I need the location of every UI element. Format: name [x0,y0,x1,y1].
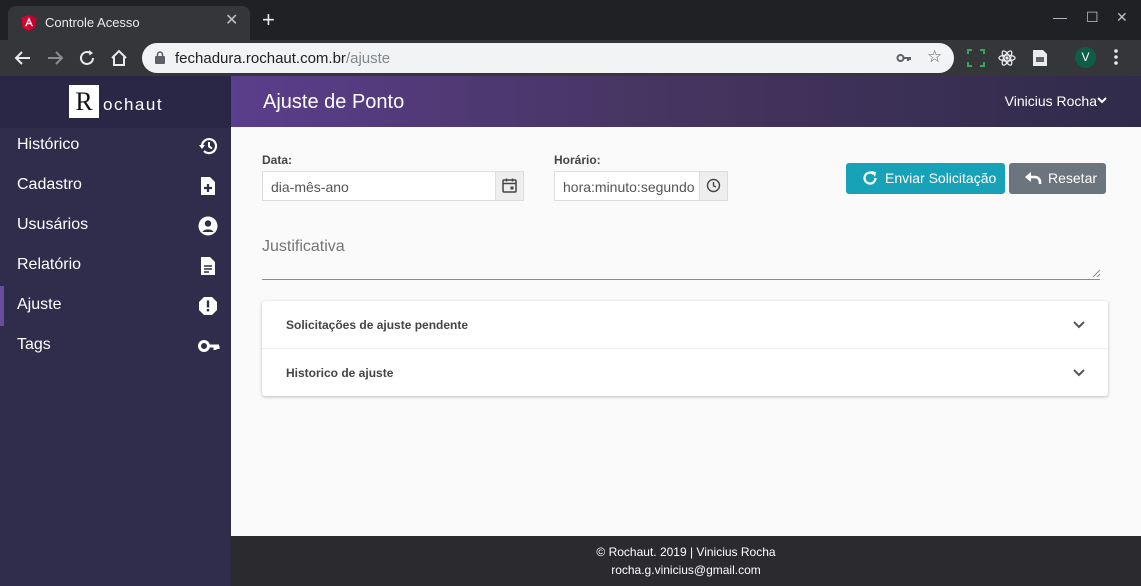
refresh-icon [863,171,877,185]
panel-title: Historico de ajuste [286,366,394,380]
browser-toolbar: fechadura.rochaut.com.br/ajuste ☆ V [0,40,1141,76]
time-placeholder: hora:minuto:segundo [563,179,695,195]
sidebar-item-label: Ususários [17,216,89,233]
date-field[interactable]: dia-mês-ano [262,171,524,201]
screenshot-extension-icon[interactable] [967,49,985,67]
react-devtools-icon[interactable] [998,49,1016,67]
sidebar-item-cadastro[interactable]: Cadastro [0,166,231,206]
adjustment-accordion: Solicitações de ajuste pendente Historic… [262,301,1108,396]
chevron-down-icon [1073,369,1085,377]
brand-name: ochaut [103,95,164,114]
redux-devtools-icon[interactable] [1032,49,1048,67]
add-file-icon [201,177,215,195]
sidebar-item-ususarios[interactable]: Ususários [0,206,231,246]
browser-tab[interactable]: Controle Acesso ✕ [8,6,250,40]
sidebar-item-ajuste[interactable]: Ajuste [0,286,231,326]
footer: © Rochaut. 2019 | Vinicius Rocha rocha.g… [231,536,1141,586]
url-text: fechadura.rochaut.com.br/ajuste [175,50,390,67]
resize-handle-icon[interactable] [1092,269,1100,277]
chrome-menu-icon[interactable] [1112,47,1120,67]
angular-icon [21,15,37,31]
forward-icon[interactable] [44,47,66,69]
alert-icon [199,297,217,315]
bookmark-star-icon[interactable]: ☆ [927,47,942,67]
submit-request-label: Enviar Solicitação [885,170,997,186]
maximize-icon[interactable]: ☐ [1086,9,1099,26]
logo: R [69,85,99,118]
browser-tabbar: Controle Acesso ✕ + — ☐ ✕ [0,0,1141,40]
clock-button[interactable] [699,172,727,200]
lock-icon [155,51,165,64]
sidebar-item-label: Relatório [17,256,82,273]
panel-title: Solicitações de ajuste pendente [286,318,469,332]
time-label: Horário: [554,153,601,167]
calendar-icon [502,178,517,193]
reset-button[interactable]: Resetar [1009,163,1106,194]
key-icon [198,340,220,352]
new-tab-button[interactable]: + [262,9,275,31]
active-indicator [0,286,4,326]
chevron-down-icon[interactable] [1097,97,1107,104]
clock-icon [706,178,721,193]
sidebar-item-label: Tags [17,336,51,353]
sidebar-item-label: Histórico [17,136,80,153]
footer-email: rocha.g.vinicius@gmail.com [611,563,761,577]
footer-copyright: © Rochaut. 2019 | Vinicius Rocha [596,545,776,559]
reload-icon[interactable] [76,47,98,69]
adjustment-history-panel[interactable]: Historico de ajuste [262,349,1108,396]
history-icon [199,138,218,155]
window-close-icon[interactable]: ✕ [1116,9,1128,26]
justification-placeholder: Justificativa [262,238,345,255]
address-bar[interactable]: fechadura.rochaut.com.br/ajuste ☆ [142,43,954,73]
password-key-icon[interactable] [896,50,912,66]
tab-close-icon[interactable]: ✕ [225,13,238,29]
user-icon [198,216,218,236]
undo-icon [1025,172,1042,184]
page-title: Ajuste de Ponto [263,91,405,113]
url-path: /ajuste [345,50,391,67]
home-icon[interactable] [108,47,130,69]
user-menu[interactable]: Vinicius Rocha [1005,93,1097,109]
url-host: fechadura.rochaut.com.br [175,50,346,67]
chevron-down-icon [1073,321,1085,329]
sidebar-item-historico[interactable]: Histórico [0,126,231,166]
brand[interactable]: R ochaut [0,76,231,128]
sidebar-item-label: Ajuste [17,296,62,313]
date-placeholder: dia-mês-ano [271,179,349,195]
reset-label: Resetar [1048,170,1098,186]
submit-request-button[interactable]: Enviar Solicitação [846,163,1005,194]
back-icon[interactable] [12,47,34,69]
calendar-button[interactable] [495,172,523,200]
profile-avatar[interactable]: V [1075,47,1096,68]
app-header: Ajuste de Ponto Vinicius Rocha [231,76,1141,127]
tab-title: Controle Acesso [45,15,140,30]
report-icon [201,257,215,275]
minimize-icon[interactable]: — [1053,9,1067,25]
date-label: Data: [262,153,293,167]
sidebar: R ochaut Histórico Cadastro Ususários Re… [0,76,231,586]
sidebar-item-relatorio[interactable]: Relatório [0,246,231,286]
sidebar-item-label: Cadastro [17,176,82,193]
justification-textarea[interactable]: Justificativa [262,236,1100,280]
time-field[interactable]: hora:minuto:segundo [554,171,728,201]
sidebar-item-tags[interactable]: Tags [0,326,231,366]
pending-requests-panel[interactable]: Solicitações de ajuste pendente [262,301,1108,348]
